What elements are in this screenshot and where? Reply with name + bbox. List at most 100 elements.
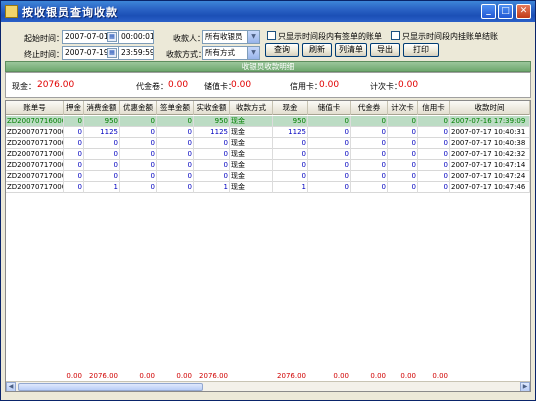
end-time-input[interactable]: 23:59:59 (118, 46, 154, 60)
total-cell: 2076.00 (89, 372, 118, 380)
table-cell: 0 (84, 171, 120, 182)
cashier-select[interactable]: 所有收银员 ▼ (202, 30, 260, 44)
cashier-value: 所有收银员 (205, 32, 243, 41)
only-signed-label: 只显示时间段内有签单的账单 (278, 32, 382, 41)
table-cell: 0 (157, 149, 194, 160)
calendar-icon[interactable]: ▦ (107, 48, 117, 58)
total-cell: 0.00 (139, 372, 155, 380)
table-cell: 0 (157, 116, 194, 127)
table-cell: 0 (388, 182, 418, 193)
table-cell: 现金 (230, 116, 273, 127)
table-cell: 0 (120, 149, 157, 160)
column-header[interactable]: 代金券 (351, 101, 388, 115)
table-row[interactable]: ZD20070717000300000现金000002007-07-17 10:… (6, 149, 530, 160)
table-cell: ZD200707170004 (6, 160, 64, 171)
chevron-down-icon[interactable]: ▼ (247, 47, 259, 59)
column-header[interactable]: 储值卡 (308, 101, 351, 115)
title-bar: 按收银员查询收款 _ □ ✕ (1, 1, 535, 22)
close-button[interactable]: ✕ (516, 4, 531, 19)
table-cell: 现金 (230, 160, 273, 171)
column-header[interactable]: 押金 (64, 101, 84, 115)
refresh-button[interactable]: 刷新 (302, 43, 332, 57)
start-time-label: 起始时间： (24, 34, 64, 43)
print-button[interactable]: 打印 (403, 43, 439, 57)
credit-card-label: 信用卡： (290, 82, 322, 91)
table-cell: 0 (273, 138, 308, 149)
column-header[interactable]: 签单金额 (157, 101, 194, 115)
only-onaccount-checkbox[interactable] (391, 31, 400, 40)
table-cell: 0 (84, 138, 120, 149)
totals-row: 0.00 2076.00 0.00 0.00 2076.00 2076.00 0.00 0.0… (6, 371, 530, 381)
table-cell: 1 (273, 182, 308, 193)
table-row[interactable]: ZD20070717000500000现金000002007-07-17 10:… (6, 171, 530, 182)
table-row[interactable]: ZD20070717000601001现金100002007-07-17 10:… (6, 182, 530, 193)
chevron-down-icon[interactable]: ▼ (247, 31, 259, 43)
summary-panel: 现金： 2076.00 代金卷： 0.00 储值卡： 0.00 信用卡： 0.0… (5, 72, 531, 98)
table-cell: 0 (418, 171, 450, 182)
column-header[interactable]: 消费金额 (84, 101, 120, 115)
table-cell: 0 (308, 138, 351, 149)
table-cell: 0 (157, 160, 194, 171)
table-cell: 0 (351, 149, 388, 160)
only-signed-checkbox[interactable] (267, 31, 276, 40)
export-button[interactable]: 导出 (370, 43, 400, 57)
table-cell: 0 (64, 171, 84, 182)
end-date-value: 2007-07-19 (65, 48, 109, 57)
column-header[interactable]: 收款时间 (450, 101, 530, 115)
table-cell: 0 (418, 182, 450, 193)
table-cell: 2007-07-17 10:40:31 (450, 127, 530, 138)
app-window: 按收银员查询收款 _ □ ✕ 起始时间： 2007-07-01 ▦ 00:00:… (0, 0, 536, 401)
table-cell: 0 (388, 116, 418, 127)
table-cell: 0 (84, 160, 120, 171)
scroll-thumb[interactable] (18, 383, 203, 391)
scroll-right-icon[interactable]: ▶ (520, 382, 530, 391)
method-select[interactable]: 所有方式 ▼ (202, 46, 260, 60)
table-cell: 0 (388, 127, 418, 138)
table-cell: 0 (273, 149, 308, 160)
horizontal-scrollbar[interactable]: ◀ ▶ (6, 381, 530, 391)
column-header[interactable]: 收款方式 (230, 101, 273, 115)
table-row[interactable]: ZD20070717000101125001125现金112500002007-… (6, 127, 530, 138)
table-row[interactable]: ZD20070717000400000现金000002007-07-17 10:… (6, 160, 530, 171)
end-time-value: 23:59:59 (121, 48, 154, 57)
table-row[interactable]: ZD20070717000200000现金000002007-07-17 10:… (6, 138, 530, 149)
table-cell: 现金 (230, 171, 273, 182)
table-cell: 1125 (273, 127, 308, 138)
calendar-icon[interactable]: ▦ (107, 32, 117, 42)
table-cell: 0 (84, 149, 120, 160)
table-cell: 0 (120, 116, 157, 127)
column-header[interactable]: 信用卡 (418, 101, 450, 115)
column-header[interactable]: 优惠金额 (120, 101, 157, 115)
table-cell: 0 (120, 182, 157, 193)
table-cell: 0 (351, 127, 388, 138)
column-header[interactable]: 实收金额 (194, 101, 230, 115)
query-button[interactable]: 查询 (265, 43, 299, 57)
receipts-table[interactable]: 账单号 押金 消费金额 优惠金额 签单金额 实收金额 收款方式 现金 储值卡 代金券 计次卡 信用卡收… (5, 100, 531, 392)
table-cell: 0 (120, 171, 157, 182)
column-header[interactable]: 账单号 (6, 101, 64, 115)
column-header[interactable]: 现金 (273, 101, 308, 115)
table-cell: 0 (388, 160, 418, 171)
method-label: 收款方式： (166, 50, 206, 59)
table-cell: 0 (157, 127, 194, 138)
column-header[interactable]: 计次卡 (388, 101, 418, 115)
table-cell: 0 (418, 160, 450, 171)
table-cell: 0 (308, 171, 351, 182)
total-cell: 0.00 (176, 372, 192, 380)
maximize-button[interactable]: □ (498, 4, 513, 19)
only-onaccount-label: 只显示时间段内挂账单结账 (402, 32, 498, 41)
table-cell: 1125 (194, 127, 230, 138)
table-cell: ZD200707170006 (6, 182, 64, 193)
table-cell: 0 (418, 138, 450, 149)
list-button[interactable]: 列清单 (335, 43, 367, 57)
scroll-left-icon[interactable]: ◀ (6, 382, 16, 391)
table-cell: ZD200707170003 (6, 149, 64, 160)
start-time-input[interactable]: 00:00:01 (118, 30, 154, 44)
table-cell: 0 (418, 116, 450, 127)
table-cell: 0 (388, 138, 418, 149)
cash-label: 现金： (12, 82, 36, 91)
table-row[interactable]: ZD200707160001095000950现金95000002007-07-… (6, 116, 530, 127)
minimize-button[interactable]: _ (481, 4, 496, 19)
table-cell: 现金 (230, 149, 273, 160)
count-card-value: 0.00 (398, 80, 419, 90)
